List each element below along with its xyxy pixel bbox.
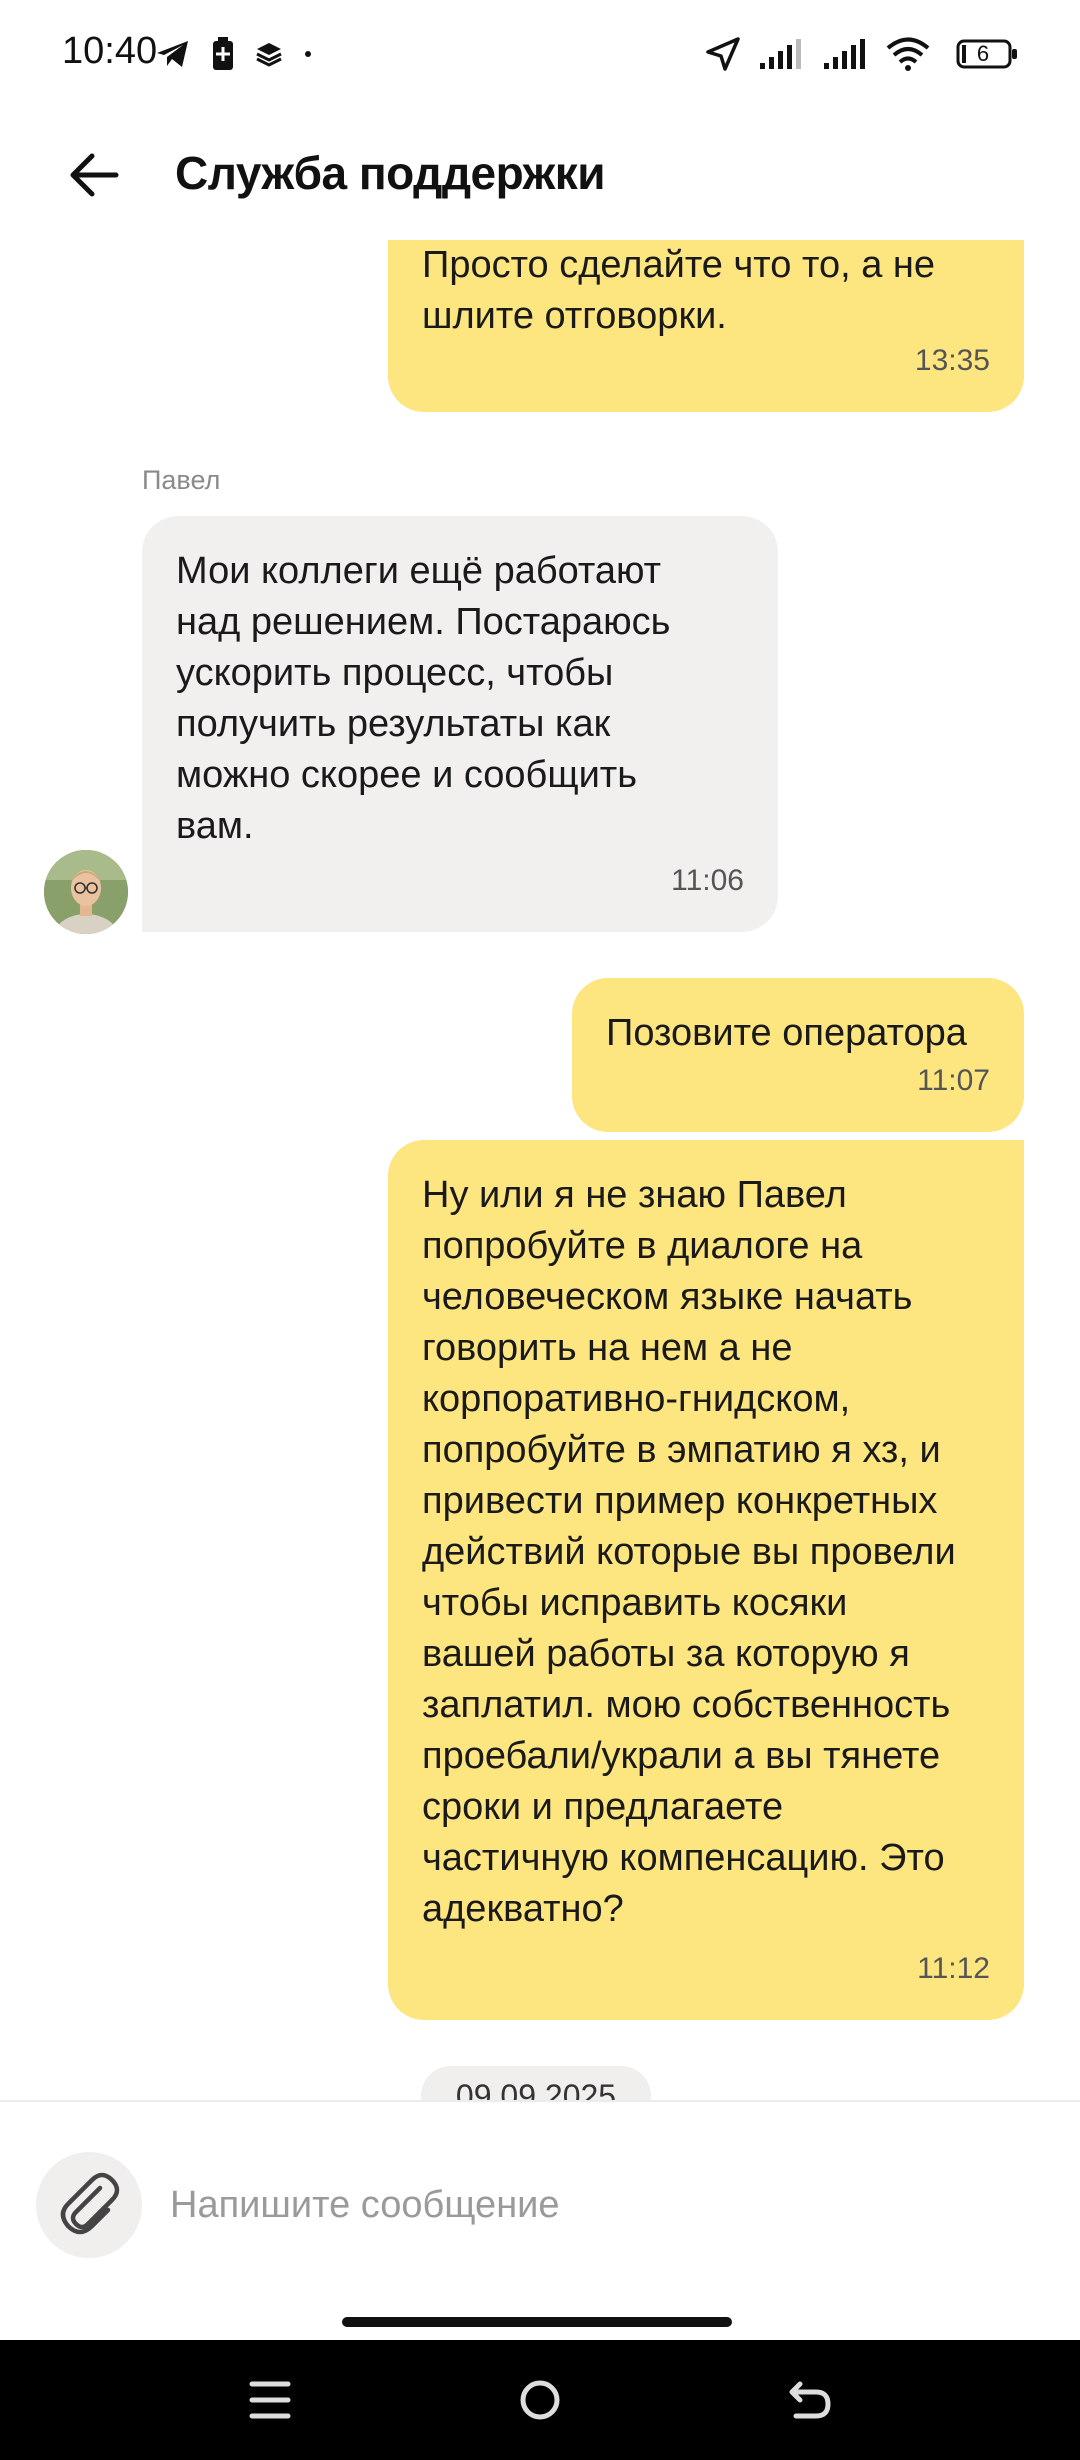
message-text: Ну или я не знаю Павел попробуйте в диал… xyxy=(422,1174,956,1930)
signal-icon xyxy=(824,39,865,69)
message-time: 11:06 xyxy=(671,864,744,897)
system-nav-bar xyxy=(0,2340,1080,2460)
arrow-left-icon xyxy=(70,153,119,197)
date-separator: 09.09.2025 xyxy=(421,2066,651,2100)
message-bubble-incoming[interactable]: Мои коллеги ещё работают над решением. П… xyxy=(142,516,778,932)
back-button[interactable] xyxy=(60,140,130,210)
menu-icon xyxy=(249,2381,291,2419)
message-time: 13:35 xyxy=(914,344,990,377)
message-bubble-outgoing[interactable]: Просто сделайте что то, а не шлите отгов… xyxy=(388,240,1024,412)
message-list[interactable]: Просто сделайте что то, а не шлите отгов… xyxy=(0,240,1080,2100)
battery-icon: 6 xyxy=(956,38,1020,70)
message-text: Позовите оператора xyxy=(606,1012,967,1054)
home-icon xyxy=(520,2380,560,2420)
battery-saver-icon xyxy=(213,37,233,70)
message-text: Просто сделайте что то, а не шлите отгов… xyxy=(422,244,935,337)
message-text: Мои коллеги ещё работают над решением. П… xyxy=(176,550,671,847)
message-time: 11:12 xyxy=(917,1952,990,1985)
signal-icon xyxy=(760,39,801,69)
home-button[interactable] xyxy=(500,2360,580,2440)
status-right-icons xyxy=(704,32,930,76)
telegram-icon xyxy=(157,41,188,67)
wifi-icon xyxy=(886,37,930,71)
paperclip-icon xyxy=(60,2172,120,2235)
menu-button[interactable] xyxy=(230,2360,310,2440)
status-bar: 10:40 6 xyxy=(0,0,1080,110)
dot-icon xyxy=(305,51,311,57)
attach-button[interactable] xyxy=(36,2152,142,2258)
back-nav-button[interactable] xyxy=(770,2360,850,2440)
chat-header: Служба поддержки xyxy=(0,110,1080,240)
battery-level: 6 xyxy=(976,41,990,66)
message-bubble-outgoing[interactable]: Позовите оператора 11:07 xyxy=(572,978,1024,1132)
message-composer xyxy=(0,2100,1080,2340)
location-icon xyxy=(706,37,740,71)
sender-name: Павел xyxy=(142,465,221,495)
status-time: 10:40 xyxy=(62,30,158,72)
back-icon xyxy=(789,2381,831,2419)
page-title: Служба поддержки xyxy=(175,147,606,199)
message-input[interactable] xyxy=(170,2162,1030,2248)
phone-screen: 10:40 6 Служба поддержки Просто сделайте… xyxy=(0,0,1080,2340)
message-time: 11:07 xyxy=(917,1064,990,1097)
home-indicator[interactable] xyxy=(342,2317,732,2327)
avatar[interactable] xyxy=(44,850,128,934)
message-bubble-outgoing[interactable]: Ну или я не знаю Павел попробуйте в диал… xyxy=(388,1140,1024,2020)
status-left-icons xyxy=(155,34,313,74)
layers-icon xyxy=(256,43,282,67)
